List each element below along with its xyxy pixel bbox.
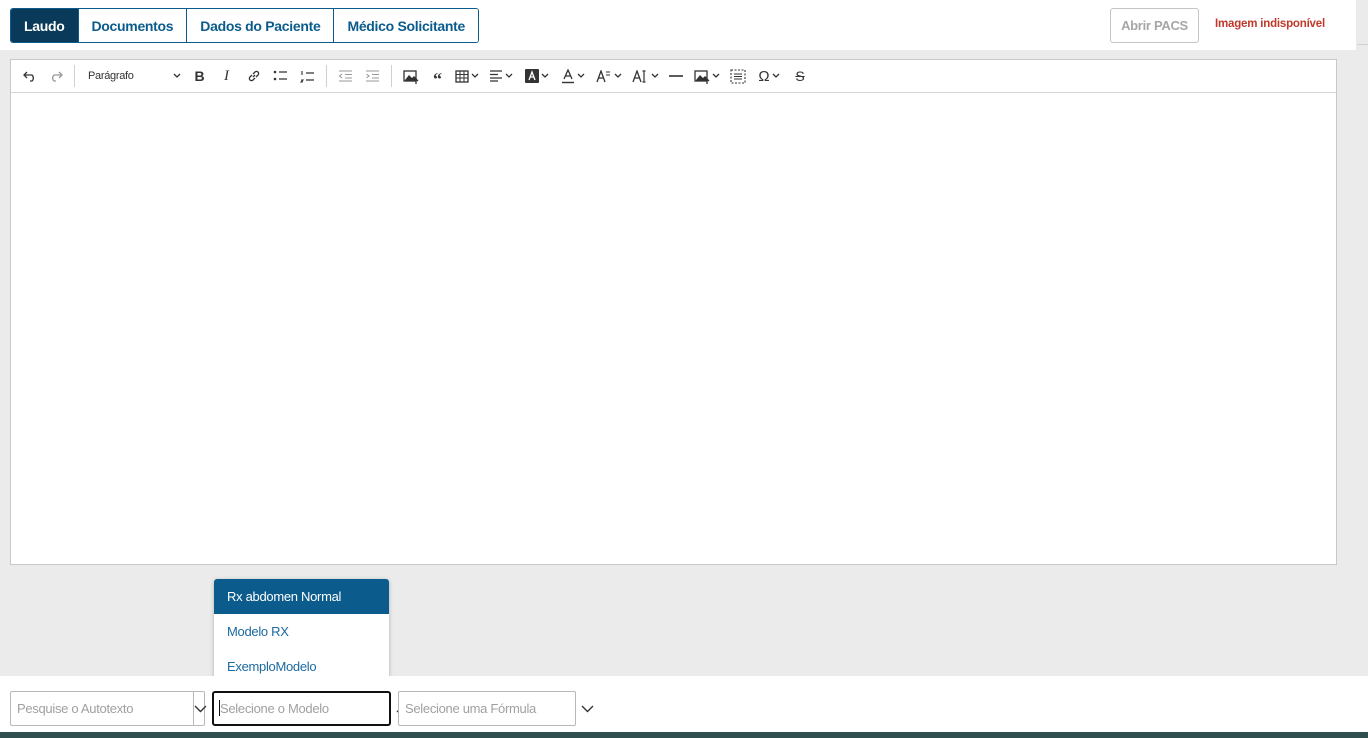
chevron-down-icon (772, 73, 780, 78)
chevron-down-icon (577, 73, 585, 78)
insert-image-icon[interactable] (397, 63, 424, 89)
chevron-down-icon (471, 73, 479, 78)
link-icon[interactable] (240, 63, 267, 89)
chevron-down-icon (541, 73, 549, 78)
special-characters-icon[interactable]: Ω (751, 63, 787, 89)
footer-strip (0, 732, 1368, 738)
table-icon[interactable] (451, 63, 483, 89)
autotexto-combobox (10, 691, 207, 726)
model-option[interactable]: Modelo RX (214, 614, 389, 649)
tab-group: Laudo Documentos Dados do Paciente Médic… (10, 8, 479, 43)
model-option[interactable]: Rx abdomen Normal (214, 579, 389, 614)
modelo-select-input[interactable] (214, 693, 396, 724)
tab-medico-solicitante[interactable]: Médico Solicitante (334, 9, 478, 42)
bold-icon[interactable]: B (186, 63, 213, 89)
top-bar: Laudo Documentos Dados do Paciente Médic… (0, 0, 1356, 50)
chevron-down-icon (581, 705, 594, 712)
font-size-icon[interactable] (591, 63, 627, 89)
formula-select-input[interactable] (399, 692, 581, 725)
open-pacs-button[interactable]: Abrir PACS (1110, 8, 1199, 43)
italic-icon[interactable]: I (213, 63, 240, 89)
editor-content-area[interactable] (11, 93, 1336, 564)
numbered-list-icon[interactable] (294, 63, 321, 89)
image-upload-icon[interactable] (689, 63, 725, 89)
toolbar-separator (74, 65, 75, 87)
outdent-icon[interactable] (332, 63, 359, 89)
highlight-icon[interactable] (519, 63, 555, 89)
horizontal-line-icon[interactable] (663, 63, 689, 89)
strikethrough-icon[interactable]: S (787, 63, 813, 89)
paragraph-select-label: Parágrafo (88, 70, 134, 82)
tab-laudo[interactable]: Laudo (11, 9, 79, 42)
formula-dropdown-button[interactable] (581, 692, 594, 725)
chevron-down-icon (194, 705, 207, 712)
toolbar-separator (391, 65, 392, 87)
chevron-down-icon (505, 73, 513, 78)
font-color-icon[interactable] (555, 63, 591, 89)
indent-icon[interactable] (359, 63, 386, 89)
text-cursor (219, 700, 220, 716)
select-all-icon[interactable] (725, 63, 751, 89)
model-dropdown-list: Rx abdomen Normal Modelo RX ExemploModel… (214, 579, 389, 685)
toolbar-separator (326, 65, 327, 87)
autotexto-dropdown-button[interactable] (193, 692, 207, 725)
block-quote-icon[interactable]: “ (424, 63, 451, 89)
divider (1357, 44, 1368, 45)
chevron-down-icon (173, 73, 181, 78)
chevron-down-icon (712, 73, 720, 78)
rich-text-editor: Parágrafo B I “ Ω S (10, 59, 1337, 565)
autotexto-search-input[interactable] (11, 692, 193, 725)
undo-icon[interactable] (17, 63, 43, 89)
chevron-down-icon (651, 73, 658, 78)
tab-documentos[interactable]: Documentos (78, 9, 188, 42)
image-status-text: Imagem indisponível (1215, 18, 1325, 30)
chevron-down-icon (614, 73, 622, 78)
alignment-icon[interactable] (483, 63, 519, 89)
redo-icon[interactable] (43, 63, 69, 89)
formula-combobox (398, 691, 594, 726)
bulleted-list-icon[interactable] (267, 63, 294, 89)
modelo-combobox (212, 691, 409, 726)
tab-dados-do-paciente[interactable]: Dados do Paciente (187, 9, 335, 42)
paragraph-select[interactable]: Parágrafo (80, 63, 186, 89)
editor-toolbar: Parágrafo B I “ Ω S (11, 60, 1336, 93)
font-family-icon[interactable] (627, 63, 663, 89)
